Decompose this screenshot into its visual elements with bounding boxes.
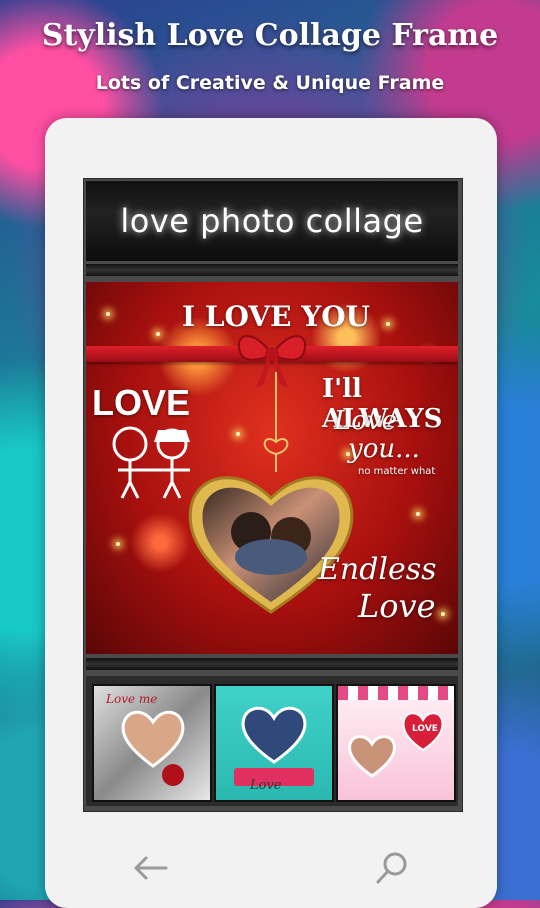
awning [338, 686, 454, 700]
frame-you-text: you... [348, 434, 420, 464]
app-title: love photo collage [120, 202, 424, 240]
sparkle [386, 322, 390, 326]
heart-photo-icon [348, 735, 396, 778]
sparkle [106, 312, 110, 316]
frame-no-matter-text: no matter what [358, 466, 436, 477]
sparkle [156, 332, 160, 336]
main-collage-frame[interactable]: I LOVE YOU LOVE I'll ALWAYS Love you... … [86, 282, 458, 654]
sparkle [441, 612, 445, 616]
divider-top [86, 264, 458, 276]
thumbnail-3[interactable]: LOVE [336, 684, 456, 802]
thumbnail-3-caption: LOVE [412, 724, 438, 734]
frame-endless-love-text: Love [358, 587, 436, 625]
arrow-left-icon [134, 856, 168, 880]
sparkle [416, 512, 420, 516]
header-title: Stylish Love Collage Frame [41, 18, 499, 53]
thumbnail-2[interactable]: Love [214, 684, 334, 802]
header-subtitle: Lots of Creative & Unique Frame [95, 72, 445, 94]
divider-bottom [86, 658, 458, 670]
frame-love-text: LOVE [92, 382, 191, 423]
sparkle [116, 542, 120, 546]
sparkle [236, 432, 240, 436]
heart-photo-icon [121, 710, 185, 768]
heart-frame-icon [188, 476, 354, 614]
frame-endless-text: Endless [318, 552, 437, 587]
heart-photo-frame[interactable] [181, 462, 361, 622]
thumbnail-1[interactable]: Love me [92, 684, 212, 802]
back-button[interactable] [130, 850, 170, 886]
search-icon [376, 852, 407, 884]
frame-love-script: Love [334, 406, 397, 436]
thumbnail-1-caption: Love me [106, 692, 158, 706]
heart-photo-icon [241, 706, 307, 764]
thumbnail-strip: Love me Love LOVE [86, 676, 458, 806]
rose-icon [162, 764, 184, 786]
hanging-string-icon [263, 372, 289, 472]
frame-title-text: I LOVE YOU [182, 300, 371, 333]
thumbnail-2-caption: Love [250, 778, 282, 793]
search-button[interactable] [372, 850, 412, 886]
app-bar: love photo collage [86, 181, 458, 261]
